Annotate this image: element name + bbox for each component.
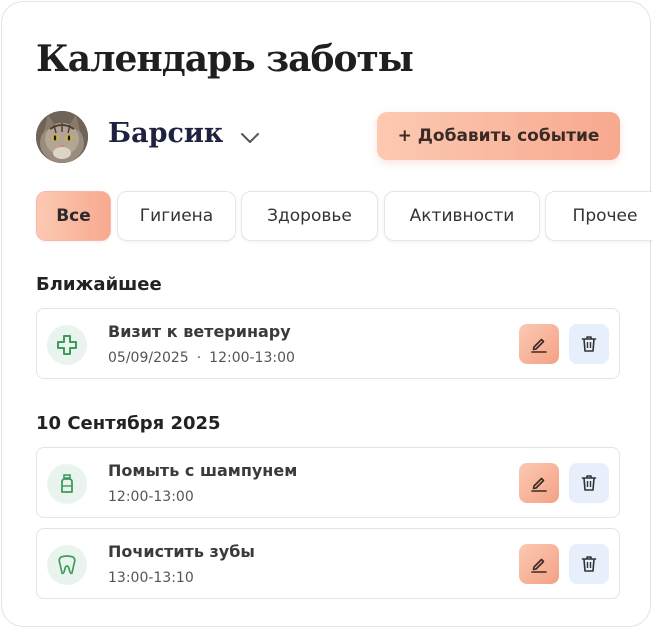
- event-card[interactable]: Почистить зубы 13:00-13:10: [36, 528, 620, 599]
- medical-cross-icon: [47, 325, 87, 365]
- section-date-heading: 10 Сентября 2025: [36, 413, 221, 434]
- pet-name[interactable]: Барсик: [108, 118, 223, 149]
- shampoo-bottle-icon: [47, 464, 87, 504]
- tab-hygiene[interactable]: Гигиена: [117, 191, 236, 241]
- pencil-icon: [531, 338, 547, 353]
- cat-photo: [36, 111, 88, 163]
- edit-event-button[interactable]: [519, 463, 559, 503]
- section-upcoming-heading: Ближайшее: [36, 274, 162, 295]
- add-event-button[interactable]: + Добавить событие: [377, 112, 620, 160]
- chevron-down-icon[interactable]: [238, 127, 262, 149]
- trash-icon: [581, 336, 597, 352]
- tab-activities[interactable]: Активности: [384, 191, 540, 241]
- meta-separator: ·: [196, 350, 202, 366]
- event-time: 12:00-13:00: [209, 350, 295, 366]
- event-title: Помыть с шампунем: [108, 461, 298, 480]
- event-title: Визит к ветеринару: [108, 322, 291, 341]
- care-calendar-card: Календарь заботы Барсик + Добавить событ…: [1, 1, 652, 627]
- pet-avatar[interactable]: [36, 111, 88, 163]
- event-time: 13:00-13:10: [108, 570, 194, 586]
- event-card[interactable]: Визит к ветеринару 05/09/2025 · 12:00-13:0…: [36, 308, 620, 379]
- edit-event-button[interactable]: [519, 544, 559, 584]
- pencil-icon: [531, 477, 547, 492]
- delete-event-button[interactable]: [569, 463, 609, 503]
- event-date: 05/09/2025: [108, 350, 189, 366]
- event-title: Почистить зубы: [108, 542, 255, 561]
- trash-icon: [581, 556, 597, 572]
- delete-event-button[interactable]: [569, 324, 609, 364]
- tab-other[interactable]: Прочее: [545, 191, 652, 241]
- pencil-icon: [531, 558, 547, 573]
- edit-event-button[interactable]: [519, 324, 559, 364]
- delete-event-button[interactable]: [569, 544, 609, 584]
- event-datetime: 05/09/2025 · 12:00-13:00: [108, 350, 295, 366]
- event-time: 12:00-13:00: [108, 489, 194, 505]
- trash-icon: [581, 475, 597, 491]
- tab-health[interactable]: Здоровье: [241, 191, 378, 241]
- tab-all[interactable]: Все: [36, 191, 111, 241]
- tooth-icon: [47, 545, 87, 585]
- category-tabs: Все Гигиена Здоровье Активности Прочее: [36, 191, 652, 241]
- event-card[interactable]: Помыть с шампунем 12:00-13:00: [36, 447, 620, 518]
- page-title: Календарь заботы: [36, 38, 414, 80]
